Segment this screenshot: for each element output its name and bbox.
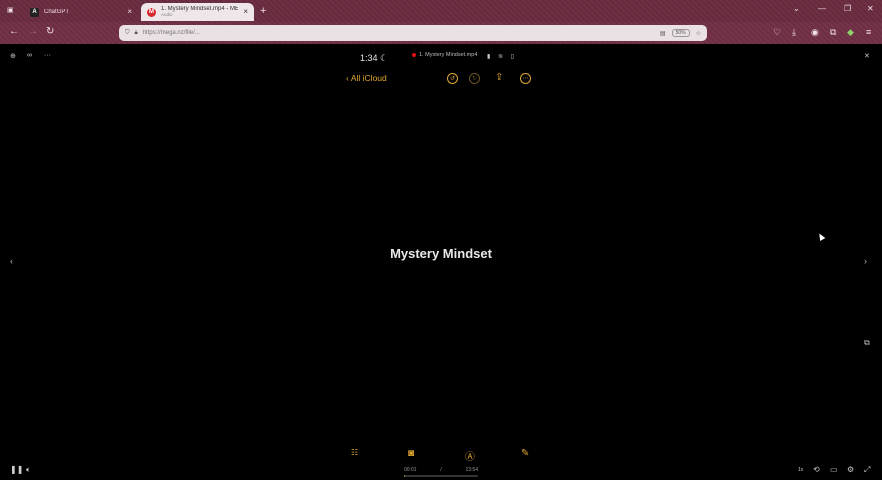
new-tab-icon[interactable]: + — [260, 5, 266, 17]
chevron-left-icon: ‹ — [346, 73, 349, 83]
tab-chatgpt[interactable]: A ChatGPT × — [24, 3, 138, 21]
url-text: https://mega.nz/file/... — [142, 30, 200, 36]
pocket-icon[interactable]: ♡ — [773, 28, 781, 37]
pause-icon[interactable]: ❚❚ — [10, 465, 23, 474]
playback-speed[interactable]: 1x — [798, 467, 803, 473]
browser-tab-bar: ▣ A ChatGPT × M 1. Mystery Mindset.mp4 -… — [0, 0, 882, 22]
more-options-icon[interactable]: ··· — [44, 52, 51, 59]
menu-icon[interactable]: ≡ — [866, 28, 871, 37]
close-tab-icon[interactable]: × — [243, 8, 248, 16]
site-info-icon[interactable]: 🔒︎ — [135, 30, 138, 37]
phone-status-icons: ▮ ≋ ▯ — [487, 54, 517, 60]
security-shield-icon[interactable]: ⛉ — [125, 30, 130, 37]
tab-dropdown-icon[interactable]: ⌄ — [793, 4, 800, 13]
timecode: 00:01 / 13:54 — [404, 467, 478, 473]
checklist-icon: ☷ — [351, 448, 359, 457]
note-title: Mystery Mindset — [390, 246, 492, 261]
undo-icon: ↺ — [447, 73, 458, 84]
link-icon[interactable]: ∞ — [27, 52, 32, 59]
tab-subtitle: Audio — [161, 12, 173, 17]
previous-arrow-icon[interactable]: ‹ — [10, 256, 13, 266]
extensions-icon[interactable]: ⧉ — [830, 28, 836, 37]
browser-address-bar: ← → ↻ ⛉ 🔒︎ https://mega.nz/file/... ▤ 50… — [0, 22, 882, 44]
close-viewer-icon[interactable]: ✕ — [864, 52, 870, 60]
fullscreen-icon[interactable]: ⤢ — [864, 465, 870, 475]
redo-icon: ↻ — [469, 73, 480, 84]
all-icloud-back-button: ‹ All iCloud — [346, 73, 387, 83]
back-icon[interactable]: ← — [9, 27, 19, 37]
tab-title: ChatGPT — [44, 9, 70, 15]
subtitles-icon[interactable]: ▭ — [830, 465, 838, 474]
mouse-cursor-icon — [816, 231, 826, 242]
tab-mega[interactable]: M 1. Mystery Mindset.mp4 - MEGA Audio × — [141, 3, 254, 21]
add-icon[interactable]: ⊕ — [10, 52, 16, 60]
ellipsis-icon: ⋯ — [520, 73, 531, 84]
current-time: 00:01 — [404, 467, 417, 473]
next-arrow-icon[interactable]: › — [864, 256, 867, 266]
loop-icon[interactable]: ⟲ — [813, 465, 820, 474]
url-field[interactable]: ⛉ 🔒︎ https://mega.nz/file/... ▤ 50% ☆ — [119, 25, 707, 41]
recording-dot-icon — [412, 53, 416, 57]
mega-favicon-icon: M — [147, 7, 156, 17]
share-icon: ⇪ — [495, 72, 504, 83]
close-tab-icon[interactable]: × — [127, 8, 132, 16]
minimize-icon[interactable]: — — [818, 4, 826, 13]
progress-fill — [404, 475, 406, 477]
maximize-icon[interactable]: ❐ — [844, 4, 851, 13]
account-icon[interactable]: ◉ — [811, 28, 819, 37]
reload-icon[interactable]: ↻ — [46, 27, 54, 37]
video-viewer[interactable]: ⊕ ∞ ··· ✕ 1:34 ☾ 1. Mystery Mindset.mp4 … — [0, 44, 882, 480]
settings-gear-icon[interactable]: ⚙ — [847, 465, 854, 474]
tracking-protection-icon[interactable]: ▤ — [660, 30, 666, 37]
progress-bar[interactable] — [404, 475, 478, 477]
window-close-icon[interactable]: ✕ — [867, 4, 874, 13]
downloads-icon[interactable]: ⤓ — [792, 28, 796, 37]
tab-list-icon[interactable]: ▣ — [7, 6, 14, 16]
chatgpt-favicon-icon: A — [30, 7, 39, 17]
time-separator: / — [440, 467, 442, 473]
extension-badge-icon[interactable]: ◆ — [847, 28, 854, 37]
forward-icon[interactable]: → — [28, 27, 38, 37]
bookmark-star-icon[interactable]: ☆ — [696, 30, 701, 37]
duration: 13:54 — [465, 467, 478, 473]
phone-status-time: 1:34 ☾ — [360, 53, 389, 63]
zoom-level[interactable]: 50% — [671, 29, 690, 37]
volume-icon[interactable]: 🔈︎ — [26, 465, 31, 475]
player-controls: ❚❚ 🔈︎ 00:01 / 13:54 1x ⟲ ▭ ⚙ ⤢ — [0, 458, 882, 480]
picture-in-picture-icon[interactable]: ⧉ — [864, 338, 870, 348]
file-title: 1. Mystery Mindset.mp4 — [412, 52, 477, 58]
